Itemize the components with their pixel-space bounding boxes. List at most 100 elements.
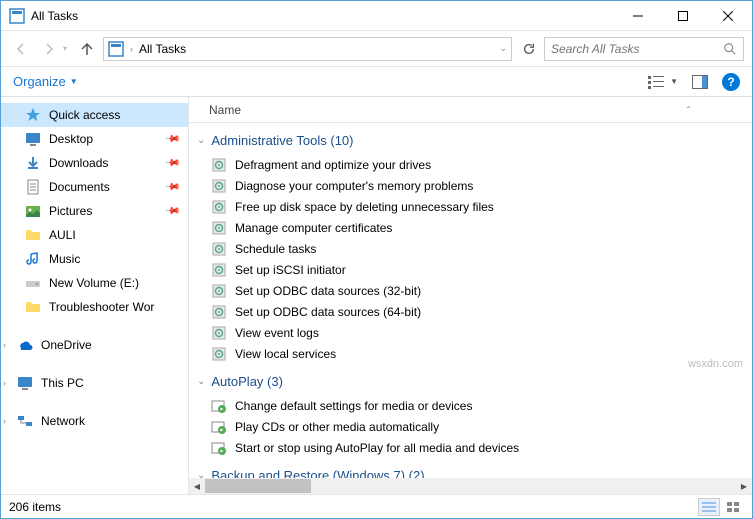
item-label: Set up ODBC data sources (64-bit): [235, 305, 421, 319]
organize-label: Organize: [13, 74, 66, 89]
preview-pane-button[interactable]: [692, 75, 708, 89]
item-label: Set up iSCSI initiator: [235, 263, 346, 277]
item-label: Start or stop using AutoPlay for all med…: [235, 441, 519, 455]
organize-button[interactable]: Organize ▼: [13, 74, 78, 89]
pictures-icon: [25, 203, 41, 219]
pin-icon: 📌: [163, 179, 180, 196]
horizontal-scrollbar[interactable]: ◀ ▶: [189, 478, 752, 494]
list-item[interactable]: Set up ODBC data sources (32-bit): [189, 280, 752, 301]
group-header[interactable]: ⌄ Backup and Restore (Windows 7) (2): [189, 462, 752, 478]
chevron-down-icon: ⌄: [197, 470, 205, 478]
help-button[interactable]: ?: [722, 73, 740, 91]
minimize-button[interactable]: [615, 1, 660, 30]
scroll-right-icon[interactable]: ▶: [736, 478, 752, 494]
sidebar-item-downloads[interactable]: Downloads 📌: [1, 151, 188, 175]
large-icons-view-button[interactable]: [722, 498, 744, 516]
item-label: View event logs: [235, 326, 319, 340]
sidebar-item-troubleshooter[interactable]: Troubleshooter Wor: [1, 295, 188, 319]
breadcrumb-chevron-icon[interactable]: ›: [130, 44, 133, 54]
list-item[interactable]: View event logs: [189, 322, 752, 343]
group-header[interactable]: ⌄AutoPlay (3): [189, 368, 752, 395]
item-label: Manage computer certificates: [235, 221, 392, 235]
scroll-left-icon[interactable]: ◀: [189, 478, 205, 494]
pin-icon: 📌: [163, 155, 180, 172]
search-input[interactable]: [551, 42, 723, 56]
address-text: All Tasks: [139, 42, 493, 56]
group-header[interactable]: ⌄Administrative Tools (10): [189, 127, 752, 154]
search-bar[interactable]: [544, 37, 744, 61]
music-icon: [25, 251, 41, 267]
chevron-icon[interactable]: ›: [3, 378, 6, 388]
list-item[interactable]: Free up disk space by deleting unnecessa…: [189, 196, 752, 217]
sidebar-item-label: Music: [49, 252, 80, 266]
task-icon: [211, 283, 227, 299]
toolbar: Organize ▼ ▼ ?: [1, 67, 752, 97]
details-view-button[interactable]: [698, 498, 720, 516]
up-button[interactable]: [75, 37, 99, 61]
sidebar-item-new-volume[interactable]: New Volume (E:): [1, 271, 188, 295]
sidebar-item-network[interactable]: › Network: [1, 409, 188, 433]
list-item[interactable]: Schedule tasks: [189, 238, 752, 259]
task-list: ⌄Administrative Tools (10)Defragment and…: [189, 123, 752, 478]
list-item[interactable]: Play CDs or other media automatically: [189, 416, 752, 437]
location-icon: [108, 41, 124, 57]
task-icon: [211, 304, 227, 320]
list-item[interactable]: Change default settings for media or dev…: [189, 395, 752, 416]
sidebar-item-quick-access[interactable]: Quick access: [1, 103, 188, 127]
address-bar[interactable]: › All Tasks ⌄: [103, 37, 512, 61]
navigation-pane: Quick access Desktop 📌 Downloads 📌 Docum…: [1, 97, 189, 494]
sidebar-item-auli[interactable]: AULI: [1, 223, 188, 247]
list-item[interactable]: Diagnose your computer's memory problems: [189, 175, 752, 196]
list-item[interactable]: Set up iSCSI initiator: [189, 259, 752, 280]
this-pc-icon: [17, 375, 33, 391]
back-button[interactable]: [9, 37, 33, 61]
list-item[interactable]: Start or stop using AutoPlay for all med…: [189, 437, 752, 458]
pin-icon: 📌: [163, 203, 180, 220]
chevron-icon[interactable]: ›: [3, 416, 6, 426]
chevron-icon[interactable]: ›: [3, 340, 6, 350]
refresh-button[interactable]: [518, 38, 540, 60]
item-label: Play CDs or other media automatically: [235, 420, 439, 434]
history-dropdown-icon[interactable]: ▾: [63, 44, 67, 53]
search-icon[interactable]: [723, 42, 737, 56]
documents-icon: [25, 179, 41, 195]
forward-button[interactable]: [37, 37, 61, 61]
list-item[interactable]: Manage computer certificates: [189, 217, 752, 238]
sidebar-item-label: Downloads: [49, 156, 108, 170]
sidebar-item-pictures[interactable]: Pictures 📌: [1, 199, 188, 223]
list-item[interactable]: Defragment and optimize your drives: [189, 154, 752, 175]
titlebar: All Tasks: [1, 1, 752, 31]
sidebar-item-label: New Volume (E:): [49, 276, 139, 290]
chevron-down-icon: ⌄: [197, 376, 205, 387]
sidebar-item-music[interactable]: Music: [1, 247, 188, 271]
drive-icon: [25, 275, 41, 291]
sidebar-item-label: Desktop: [49, 132, 93, 146]
list-item[interactable]: View local services: [189, 343, 752, 364]
task-icon: [211, 157, 227, 173]
list-item[interactable]: Set up ODBC data sources (64-bit): [189, 301, 752, 322]
group-title: Backup and Restore (Windows 7) (2): [211, 468, 424, 478]
task-icon: [211, 346, 227, 362]
sort-indicator-icon: ⌃: [685, 105, 692, 114]
task-icon: [211, 262, 227, 278]
scroll-thumb[interactable]: [205, 479, 311, 493]
onedrive-icon: [17, 337, 33, 353]
sidebar-item-this-pc[interactable]: › This PC: [1, 371, 188, 395]
chevron-down-icon: ▼: [70, 77, 78, 86]
column-name[interactable]: Name: [209, 103, 685, 117]
sidebar-item-label: Documents: [49, 180, 110, 194]
sidebar-item-label: Pictures: [49, 204, 92, 218]
sidebar-item-onedrive[interactable]: › OneDrive: [1, 333, 188, 357]
chevron-down-icon: ⌄: [197, 135, 205, 146]
item-label: Change default settings for media or dev…: [235, 399, 472, 413]
sidebar-item-desktop[interactable]: Desktop 📌: [1, 127, 188, 151]
view-options-button[interactable]: ▼: [648, 74, 678, 90]
address-dropdown-icon[interactable]: ⌄: [499, 43, 507, 54]
task-icon: [211, 220, 227, 236]
close-button[interactable]: [705, 1, 750, 30]
sidebar-item-documents[interactable]: Documents 📌: [1, 175, 188, 199]
maximize-button[interactable]: [660, 1, 705, 30]
sidebar-item-label: Network: [41, 414, 85, 428]
star-icon: [25, 107, 41, 123]
sidebar-item-label: AULI: [49, 228, 76, 242]
